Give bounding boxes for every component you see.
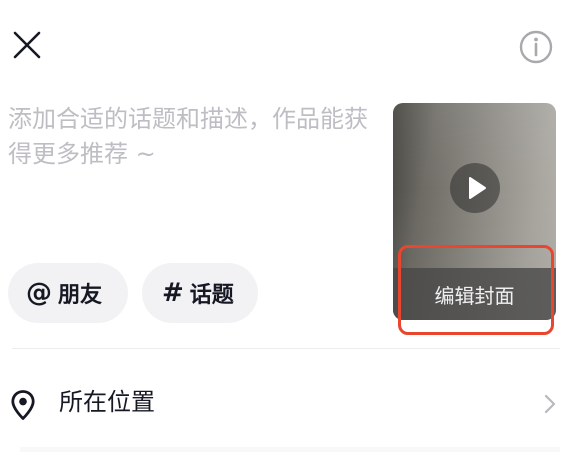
at-icon: @ [26, 278, 52, 308]
mention-friends-label: 朋友 [58, 283, 103, 308]
edit-cover-label: 编辑封面 [434, 283, 515, 308]
chevron-right-icon [544, 394, 556, 414]
play-icon [469, 177, 486, 199]
next-row-edge [20, 447, 560, 452]
video-cover-thumbnail[interactable]: 编辑封面 [393, 103, 556, 320]
location-row[interactable]: 所在位置 [0, 360, 572, 444]
hashtag-icon: # [162, 278, 184, 308]
divider [12, 348, 560, 349]
close-button[interactable] [8, 26, 46, 64]
info-icon [519, 30, 553, 64]
description-input[interactable] [8, 102, 373, 232]
location-pin-icon [11, 390, 35, 420]
mention-friends-button[interactable]: @ 朋友 [8, 263, 128, 323]
add-topic-button[interactable]: # 话题 [142, 263, 258, 323]
play-button[interactable] [450, 163, 500, 213]
location-label: 所在位置 [59, 388, 155, 416]
edit-cover-button[interactable]: 编辑封面 [393, 268, 556, 320]
info-button[interactable] [517, 28, 555, 66]
close-icon [13, 31, 41, 59]
add-topic-label: 话题 [189, 283, 234, 308]
